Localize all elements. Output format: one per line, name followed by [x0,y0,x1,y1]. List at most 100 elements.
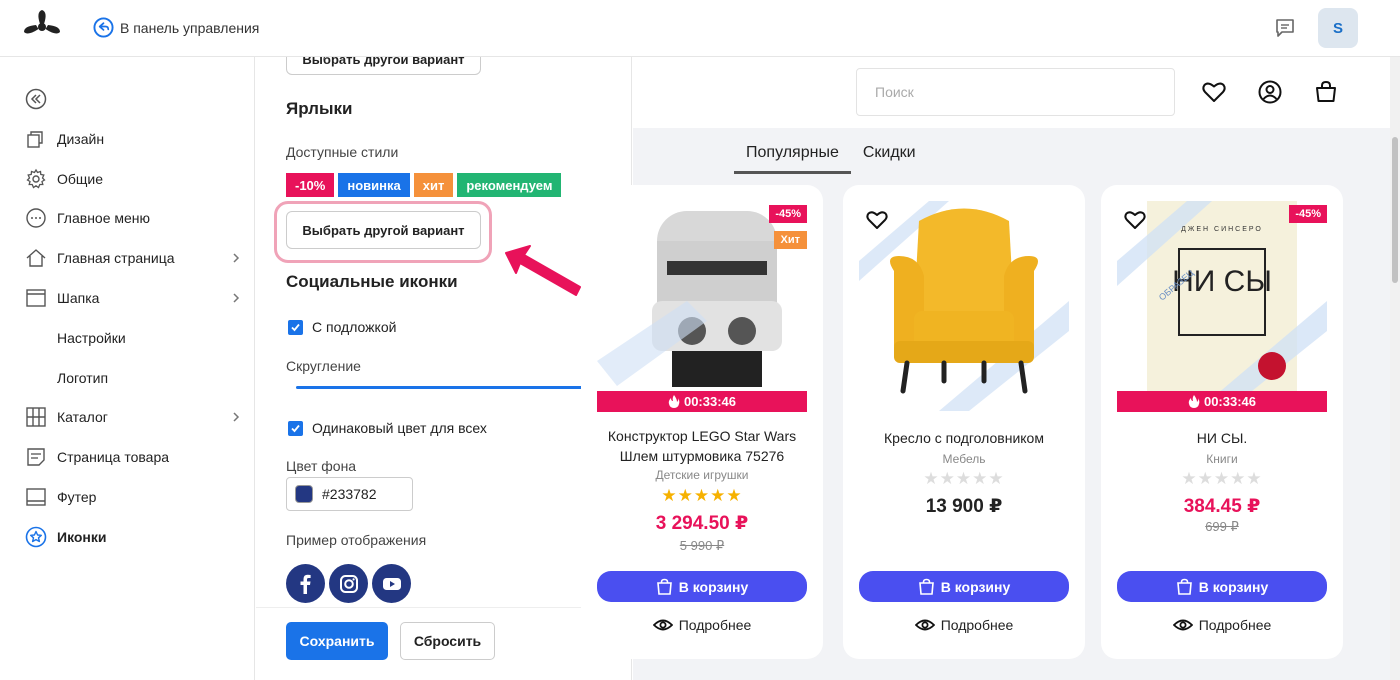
bg-color-field[interactable]: #233782 [286,477,413,511]
cart-button-label: В корзину [1198,578,1269,595]
facebook-icon [286,564,325,603]
product-image[interactable]: ДЖЕН СИНСЕРО НИ СЫ ОБРАЗЕЦ [1117,201,1327,411]
details-link[interactable]: Подробнее [1117,617,1327,633]
sidebar-item-label: Иконки [57,529,107,545]
same-color-checkbox[interactable]: Одинаковый цвет для всех [288,420,487,436]
with-background-checkbox[interactable]: С подложкой [288,319,396,335]
bg-color-value: #233782 [322,486,377,502]
settings-panel: Выбрать другой вариант Ярлыки Доступные … [256,57,632,680]
product-image[interactable] [859,201,1069,411]
add-to-cart-button[interactable]: В корзину [1117,571,1327,602]
home-icon [25,247,47,269]
user-account-icon[interactable] [1257,79,1283,105]
badge-discount: -10% [286,173,335,197]
details-link[interactable]: Подробнее [597,617,807,633]
back-to-dashboard-link[interactable]: В панель управления [93,17,259,38]
youtube-icon [372,564,411,603]
footer-layout-icon [25,486,47,508]
countdown-timer: 00:33:46 [1117,391,1327,412]
sidebar-item-design[interactable]: Дизайн [25,127,247,151]
product-category: Мебель [942,452,986,466]
chevron-right-icon [233,293,240,303]
annotation-arrow-icon [505,245,581,296]
sidebar-item-label: Шапка [57,290,100,306]
fire-icon [1188,395,1200,408]
product-card[interactable]: -45% Хит 00:33:46 Конструктор LEGO Star … [581,185,823,659]
instagram-icon [329,564,368,603]
product-category: Детские игрушки [655,468,749,482]
badge-styles: -10% новинка хит рекомендуем [286,173,562,197]
sidebar-item-header[interactable]: Шапка [25,286,247,310]
product-title[interactable]: Кресло с подголовником [853,428,1075,448]
eye-icon [652,619,673,631]
favorite-heart-icon[interactable] [1123,208,1147,232]
rating-stars: ★★★★★ [923,469,1005,488]
details-label: Подробнее [940,617,1014,633]
checkbox-checked-icon[interactable] [288,319,303,335]
sidebar-subitem-settings[interactable]: Настройки [57,326,279,350]
sidebar-item-general[interactable]: Общие [25,167,247,191]
cart-button-label: В корзину [678,578,749,595]
product-card[interactable]: Кресло с подголовником Мебель ★★★★★ 13 9… [843,185,1085,659]
collapse-sidebar-icon[interactable] [25,88,47,110]
fire-icon [668,395,680,408]
details-label: Подробнее [1198,617,1272,633]
chat-icon[interactable] [1274,17,1296,39]
timer-value: 00:33:46 [683,394,737,409]
product-title[interactable]: НИ СЫ. [1111,428,1333,448]
save-button[interactable]: Сохранить [286,622,388,660]
favorite-heart-icon[interactable] [865,208,889,232]
product-card[interactable]: ДЖЕН СИНСЕРО НИ СЫ ОБРАЗЕЦ -45% 00:33:46… [1101,185,1343,659]
star-circle-icon [25,526,47,548]
shopping-bag-icon[interactable] [1313,79,1339,105]
choose-other-variant-button-top[interactable]: Выбрать другой вариант [286,57,481,75]
sidebar-item-label: Футер [57,489,97,505]
color-swatch[interactable] [295,485,313,503]
sidebar-item-home-page[interactable]: Главная страница [25,246,247,270]
sidebar-item-label: Главная страница [57,250,175,266]
sidebar-item-label: Каталог [57,409,108,425]
tab-popular[interactable]: Популярные [734,144,851,174]
sidebar-item-product-page[interactable]: Страница товара [25,445,247,469]
with-background-label: С подложкой [312,319,397,335]
sidebar-item-label: Страница товара [57,449,170,465]
discount-badge: -45% [769,205,807,223]
reset-button[interactable]: Сбросить [400,622,495,660]
sidebar-item-icons[interactable]: Иконки [25,525,247,549]
left-sidebar: Дизайн Общие Главное меню Главная страни… [0,57,255,680]
sidebar-item-label: Общие [57,171,104,187]
sidebar-item-catalog[interactable]: Каталог [25,405,247,429]
cart-bag-icon [1176,578,1192,595]
labels-heading: Ярлыки [286,99,353,118]
chevron-right-icon [233,412,240,422]
heart-icon[interactable] [1201,79,1227,105]
product-title[interactable]: Конструктор LEGO Star Wars Шлем штурмови… [591,426,813,466]
same-color-label: Одинаковый цвет для всех [312,420,487,436]
chevron-right-icon [233,253,240,263]
panel-footer: Сохранить Сбросить [256,607,631,680]
store-preview: Поиск Популярные Скидки -45% Хит 00:33:4… [581,57,1390,680]
rounding-slider-track[interactable] [296,386,591,389]
page-scrollbar[interactable] [1390,57,1400,680]
details-link[interactable]: Подробнее [859,617,1069,633]
choose-other-variant-button[interactable]: Выбрать другой вариант [286,211,481,249]
user-avatar[interactable]: S [1318,8,1358,48]
tab-discounts[interactable]: Скидки [851,144,928,174]
details-label: Подробнее [678,617,752,633]
back-arrow-circle-icon [93,17,114,38]
scrollbar-thumb[interactable] [1392,137,1398,283]
countdown-timer: 00:33:46 [597,391,807,412]
sidebar-item-main-menu[interactable]: Главное меню [25,206,247,230]
add-to-cart-button[interactable]: В корзину [859,571,1069,602]
sidebar-subitem-logo[interactable]: Логотип [57,366,279,390]
book-author: ДЖЕН СИНСЕРО [1181,226,1263,233]
sidebar-item-label: Главное меню [57,210,151,226]
sidebar-item-footer[interactable]: Футер [25,485,247,509]
search-input[interactable]: Поиск [856,68,1175,116]
sidebar-item-label: Настройки [57,330,126,346]
add-to-cart-button[interactable]: В корзину [597,571,807,602]
bg-color-label: Цвет фона [286,458,357,474]
hit-badge: Хит [773,231,807,249]
app-logo-icon[interactable] [22,10,62,46]
checkbox-checked-icon[interactable] [288,420,303,436]
